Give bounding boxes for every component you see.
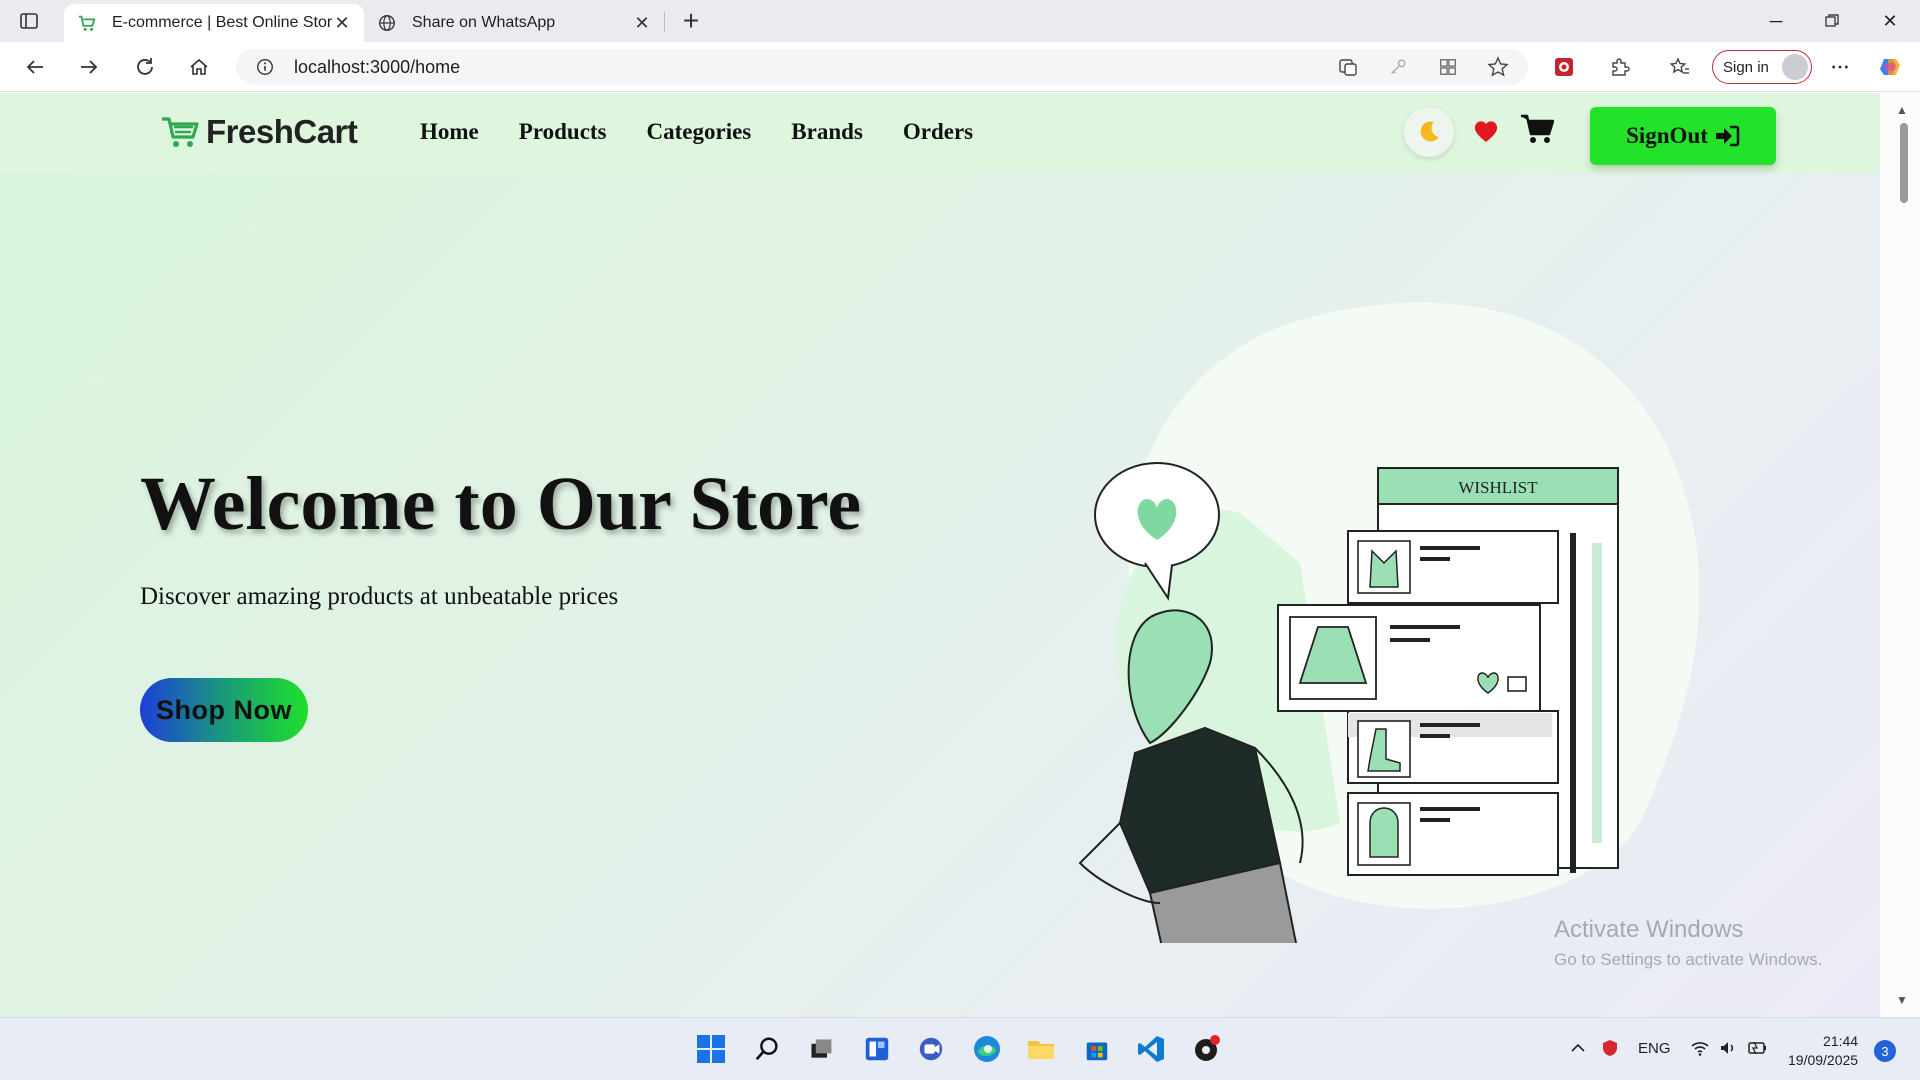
nav-link-home[interactable]: Home bbox=[420, 119, 479, 145]
globe-icon bbox=[376, 12, 398, 34]
wifi-icon[interactable] bbox=[1690, 1038, 1710, 1062]
back-icon[interactable] bbox=[18, 51, 52, 83]
close-tab-icon[interactable]: ✕ bbox=[632, 13, 652, 33]
apps-icon[interactable] bbox=[1434, 53, 1462, 81]
tab-title: E-commerce | Best Online Store bbox=[112, 14, 332, 31]
new-tab-button[interactable]: + bbox=[676, 5, 706, 36]
scroll-thumb[interactable] bbox=[1900, 123, 1908, 203]
close-tab-icon[interactable]: ✕ bbox=[332, 13, 352, 33]
signout-button[interactable]: SignOut bbox=[1590, 107, 1776, 165]
tab-divider bbox=[664, 12, 665, 32]
tab-title: Share on WhatsApp bbox=[412, 14, 556, 31]
search-icon[interactable] bbox=[750, 1032, 784, 1066]
windows-taskbar: ENG 21:44 19/09/2025 3 bbox=[0, 1017, 1920, 1080]
cart-favicon-icon bbox=[76, 12, 98, 34]
hero-title: Welcome to Our Store bbox=[140, 462, 862, 546]
security-shield-icon[interactable] bbox=[1600, 1038, 1620, 1062]
cart-logo-icon bbox=[162, 117, 199, 147]
avatar bbox=[1782, 54, 1808, 80]
copilot-icon[interactable] bbox=[1876, 53, 1904, 81]
hero-subtitle: Discover amazing products at unbeatable … bbox=[140, 583, 619, 610]
url-text: localhost:3000/home bbox=[294, 56, 461, 77]
nav-link-brands[interactable]: Brands bbox=[791, 119, 863, 145]
page-scrollbar[interactable]: ▲ ▼ bbox=[1880, 93, 1920, 1017]
translate-icon[interactable] bbox=[1334, 53, 1362, 81]
dark-mode-toggle[interactable] bbox=[1404, 107, 1454, 157]
volume-icon[interactable] bbox=[1718, 1038, 1738, 1062]
brand-name: FreshCart bbox=[206, 113, 358, 150]
nav-link-categories[interactable]: Categories bbox=[647, 119, 752, 145]
nav-link-products[interactable]: Products bbox=[519, 119, 607, 145]
tab-whatsapp[interactable]: Share on WhatsApp ✕ bbox=[364, 4, 664, 42]
widgets-icon[interactable] bbox=[860, 1032, 894, 1066]
edge-browser-icon[interactable] bbox=[970, 1032, 1004, 1066]
vscode-icon[interactable] bbox=[1134, 1032, 1168, 1066]
browser-toolbar: localhost:3000/home Sign in bbox=[0, 42, 1920, 92]
tab-actions-icon[interactable] bbox=[14, 9, 44, 33]
site-logo[interactable]: FreshCart bbox=[160, 113, 358, 151]
tab-ecommerce[interactable]: E-commerce | Best Online Store ✕ bbox=[64, 4, 364, 42]
scroll-down-icon[interactable]: ▼ bbox=[1896, 993, 1908, 1007]
battery-icon[interactable] bbox=[1746, 1038, 1768, 1062]
scroll-up-icon[interactable]: ▲ bbox=[1896, 103, 1908, 117]
language-indicator[interactable]: ENG bbox=[1638, 1040, 1671, 1057]
clock-time: 21:44 bbox=[1823, 1033, 1859, 1049]
system-clock[interactable]: 21:44 19/09/2025 bbox=[1788, 1032, 1858, 1070]
webpage-viewport: FreshCart Home Products Categories Brand… bbox=[0, 93, 1920, 1017]
moon-icon bbox=[1420, 121, 1439, 142]
shop-now-button[interactable]: Shop Now bbox=[140, 678, 308, 742]
hero-illustration: WISHLIST bbox=[1078, 302, 1700, 943]
close-window-icon[interactable]: ✕ bbox=[1862, 0, 1918, 42]
signout-arrow-icon bbox=[1715, 125, 1740, 147]
forward-icon[interactable] bbox=[72, 51, 106, 83]
windows-start-icon[interactable] bbox=[694, 1032, 728, 1066]
activate-subtitle: Go to Settings to activate Windows. bbox=[1554, 950, 1823, 969]
activate-title: Activate Windows bbox=[1554, 916, 1744, 943]
activate-windows-watermark: Activate Windows Go to Settings to activ… bbox=[1554, 916, 1822, 970]
signin-label: Sign in bbox=[1723, 58, 1769, 76]
tray-chevron-icon[interactable] bbox=[1570, 1040, 1586, 1060]
main-nav: Home Products Categories Brands Orders bbox=[420, 119, 1013, 145]
browser-signin-button[interactable]: Sign in bbox=[1712, 50, 1812, 84]
app-red-dot-icon[interactable] bbox=[1190, 1032, 1224, 1066]
minimize-icon[interactable]: ─ bbox=[1748, 0, 1804, 42]
wishlist-heart-icon[interactable] bbox=[1472, 117, 1500, 145]
store-icon[interactable] bbox=[1080, 1032, 1114, 1066]
wishlist-label: WISHLIST bbox=[1458, 478, 1538, 497]
notification-badge[interactable]: 3 bbox=[1874, 1040, 1896, 1062]
signout-label: SignOut bbox=[1626, 123, 1708, 148]
key-icon[interactable] bbox=[1384, 53, 1412, 81]
favorite-star-icon[interactable] bbox=[1484, 53, 1512, 81]
file-explorer-icon[interactable] bbox=[1024, 1032, 1058, 1066]
restore-icon[interactable] bbox=[1804, 0, 1860, 42]
teams-meet-icon[interactable] bbox=[914, 1032, 948, 1066]
home-icon[interactable] bbox=[182, 51, 216, 83]
favorites-icon[interactable] bbox=[1666, 53, 1694, 81]
site-navbar: FreshCart Home Products Categories Brand… bbox=[0, 93, 1880, 173]
browser-tab-bar: E-commerce | Best Online Store ✕ Share o… bbox=[0, 0, 1920, 42]
reload-icon[interactable] bbox=[128, 51, 162, 83]
site-info-icon[interactable] bbox=[254, 56, 276, 78]
more-menu-icon[interactable] bbox=[1826, 53, 1854, 81]
extensions-puzzle-icon[interactable] bbox=[1606, 53, 1634, 81]
cart-icon[interactable] bbox=[1520, 113, 1554, 145]
task-view-icon[interactable] bbox=[804, 1032, 838, 1066]
clock-date: 19/09/2025 bbox=[1788, 1052, 1859, 1068]
extension-red-icon[interactable] bbox=[1550, 53, 1578, 81]
nav-link-orders[interactable]: Orders bbox=[903, 119, 973, 145]
